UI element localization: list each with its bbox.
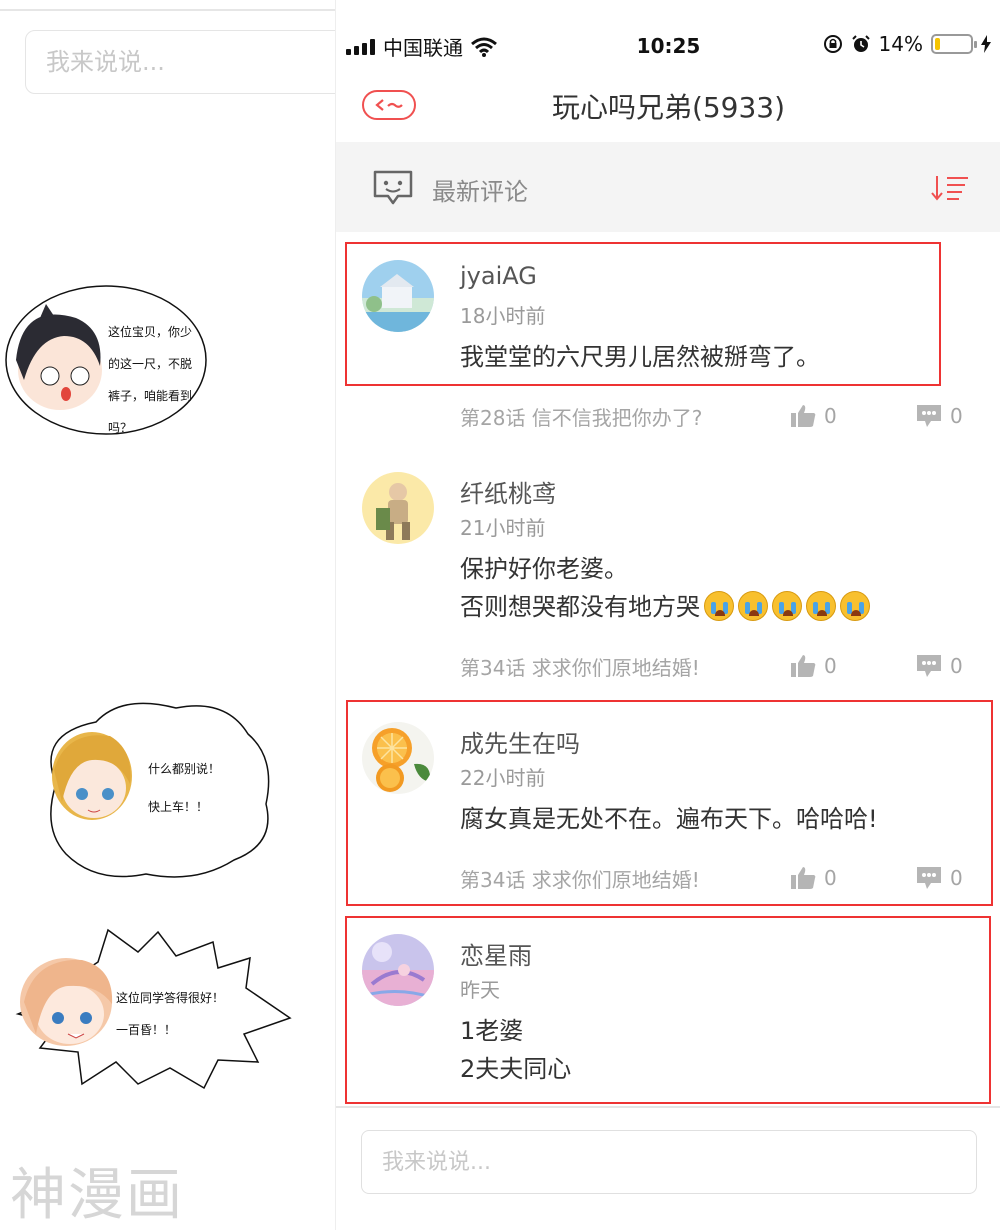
chapter-link[interactable]: 第34话 求求你们原地结婚!	[460, 864, 700, 893]
user-avatar[interactable]	[362, 472, 434, 544]
reply-button[interactable]: 0	[916, 654, 963, 678]
comment-bubble-icon	[373, 170, 413, 205]
bubble-3-line: 一百昏！！	[116, 1023, 177, 1037]
crying-face-icon	[772, 591, 802, 621]
bubble-2-line: 什么都别说！	[148, 762, 221, 776]
comment-text: 2夫夫同心	[460, 1055, 572, 1083]
page-title: 玩心吗兄弟(5933)	[551, 91, 786, 124]
bubble-1-line: 的这一尺，不脱	[108, 357, 193, 371]
battery-icon	[931, 34, 977, 54]
user-avatar[interactable]	[362, 934, 434, 1006]
speech-bubble-3: 这位同学答得很好！ 一百昏！！	[8, 922, 298, 1092]
comment-text: 我堂堂的六尺男儿居然被掰弯了。	[460, 343, 820, 371]
crying-face-icon	[806, 591, 836, 621]
rotation-lock-icon	[823, 35, 842, 53]
highlight-box	[345, 916, 991, 1104]
bubble-3-line: 这位同学答得很好！	[116, 991, 225, 1005]
reply-bubble-icon	[917, 867, 941, 889]
thumbs-up-icon	[791, 867, 816, 889]
comment-time: 22小时前	[460, 766, 546, 790]
bubble-1-line: 吗？	[108, 421, 133, 435]
like-button[interactable]: 0	[790, 654, 837, 678]
comment-body: 腐女真是无处不在。遍布天下。哈哈哈!	[460, 800, 878, 838]
avatar-image	[362, 260, 434, 332]
comment-input[interactable]	[361, 1130, 977, 1194]
reply-count: 0	[950, 404, 963, 428]
comment-body: 1老婆 2夫夫同心	[460, 1012, 571, 1088]
like-count: 0	[824, 654, 837, 678]
comment-time: 21小时前	[460, 516, 546, 540]
phone-screen: 中国联通 10:25 14% 玩心吗兄弟(5933) 最新评论 jyaiAG 1…	[335, 0, 1000, 1230]
chapter-link[interactable]: 第34话 求求你们原地结婚!	[460, 652, 700, 681]
comment-body: 我堂堂的六尺男儿居然被掰弯了。	[460, 338, 820, 376]
avatar-image	[362, 722, 434, 794]
comment-body: 保护好你老婆。 否则想哭都没有地方哭	[460, 550, 870, 626]
battery-percent: 14%	[878, 32, 923, 56]
reply-button[interactable]: 0	[916, 404, 963, 428]
alarm-icon	[851, 35, 870, 52]
comment-sort-bar: 最新评论	[336, 142, 1000, 232]
bubble-1-line: 这位宝贝，你少	[108, 325, 193, 339]
comment-text: 腐女真是无处不在。遍布天下。哈哈哈!	[460, 805, 878, 833]
bottom-divider	[336, 1106, 1000, 1108]
reply-bubble-icon	[917, 655, 941, 677]
comment-username[interactable]: 恋星雨	[460, 936, 532, 971]
bubble-1-line: 裤子，咱能看到	[108, 389, 193, 403]
chapter-link[interactable]: 第28话 信不信我把你办了?	[460, 402, 702, 431]
crying-face-icon	[840, 591, 870, 621]
crying-face-icon	[738, 591, 768, 621]
charging-bolt-icon	[981, 35, 991, 53]
speech-bubble-2: 什么都别说！ 快上车！！	[26, 694, 276, 884]
comment-text: 保护好你老婆。	[460, 555, 628, 583]
comment-time: 昨天	[460, 978, 500, 1002]
comment-text: 1老婆	[460, 1017, 524, 1045]
battery-level	[935, 38, 940, 50]
status-bar: 中国联通 10:25 14%	[336, 24, 1000, 70]
comment-username[interactable]: 纤纸桃鸢	[460, 474, 556, 509]
thumbs-up-icon	[791, 405, 816, 427]
sort-label: 最新评论	[432, 178, 528, 206]
crying-emoji-row	[700, 591, 870, 621]
like-count: 0	[824, 866, 837, 890]
bubble-2-line: 快上车！！	[148, 800, 209, 814]
comment-username[interactable]: jyaiAG	[460, 262, 537, 290]
comic-comment-field[interactable]	[26, 31, 354, 93]
nav-bar: 玩心吗兄弟(5933)	[336, 72, 1000, 138]
user-avatar[interactable]	[362, 722, 434, 794]
reply-count: 0	[950, 654, 963, 678]
comic-panel: 这位宝贝，你少 的这一尺，不脱 裤子，咱能看到 吗？ 什么都别说！ 快上车！！	[0, 0, 667, 1230]
reply-button[interactable]: 0	[916, 866, 963, 890]
avatar-image	[362, 472, 434, 544]
comment-time: 18小时前	[460, 304, 546, 328]
watermark: 神漫画	[10, 1163, 184, 1228]
like-count: 0	[824, 404, 837, 428]
thumbs-up-icon	[791, 655, 816, 677]
comment-text: 否则想哭都没有地方哭	[460, 593, 700, 621]
reply-count: 0	[950, 866, 963, 890]
comment-username[interactable]: 成先生在吗	[460, 724, 580, 759]
like-button[interactable]: 0	[790, 866, 837, 890]
sort-order-icon[interactable]	[931, 174, 969, 202]
user-avatar[interactable]	[362, 260, 434, 332]
comment-input-field[interactable]	[362, 1131, 976, 1193]
reply-bubble-icon	[917, 405, 941, 427]
comic-comment-input[interactable]	[25, 30, 355, 94]
crying-face-icon	[704, 591, 734, 621]
speech-bubble-1: 这位宝贝，你少 的这一尺，不脱 裤子，咱能看到 吗？	[2, 282, 212, 442]
avatar-image	[362, 934, 434, 1006]
like-button[interactable]: 0	[790, 404, 837, 428]
